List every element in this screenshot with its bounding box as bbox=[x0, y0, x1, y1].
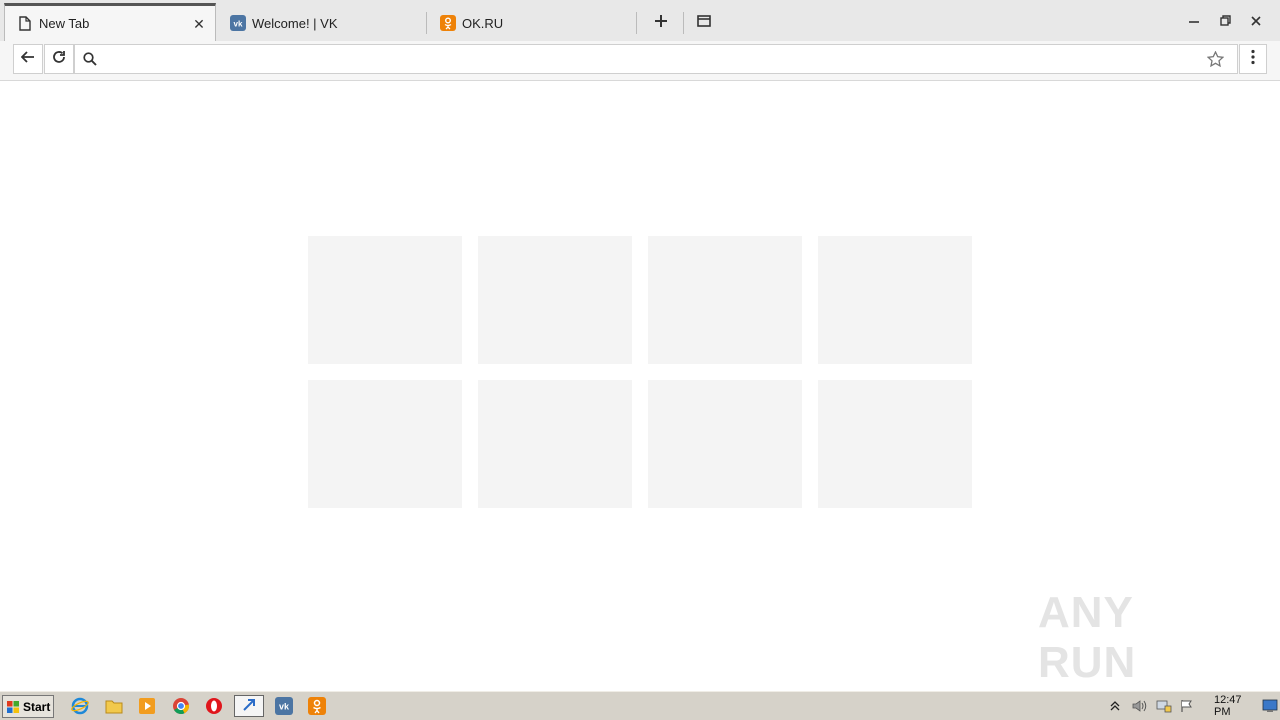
tab-title: Welcome! | VK bbox=[252, 15, 338, 31]
start-button[interactable]: Start bbox=[2, 695, 54, 718]
close-icon bbox=[1251, 13, 1261, 31]
page-icon bbox=[17, 16, 33, 32]
more-vertical-icon bbox=[1251, 49, 1255, 70]
volume-icon[interactable] bbox=[1132, 699, 1148, 713]
speed-dial-tile[interactable] bbox=[818, 380, 972, 508]
anyrun-watermark: ANY RUN bbox=[1038, 588, 1238, 687]
tab-new-tab[interactable]: New Tab ✕ bbox=[4, 3, 216, 41]
ie-icon[interactable] bbox=[71, 697, 89, 715]
address-input[interactable] bbox=[97, 46, 1207, 72]
restore-icon bbox=[1219, 13, 1231, 31]
tab-separator bbox=[683, 12, 684, 34]
speed-dial-tile[interactable] bbox=[648, 236, 802, 364]
speed-dial-tile[interactable] bbox=[308, 236, 462, 364]
app-arrow-icon bbox=[241, 698, 257, 715]
clock[interactable]: 12:47 PM bbox=[1214, 694, 1252, 718]
taskbar: Start vk 12:47 PM bbox=[0, 691, 1280, 720]
action-center-flag-icon[interactable] bbox=[1180, 699, 1194, 713]
watermark-text: ANY RUN bbox=[1038, 588, 1137, 687]
vk-icon: vk bbox=[230, 15, 246, 31]
system-tray: 12:47 PM bbox=[1104, 694, 1278, 718]
start-label: Start bbox=[23, 699, 51, 714]
speed-dial-tile[interactable] bbox=[478, 236, 632, 364]
arrow-left-icon bbox=[20, 50, 35, 68]
plus-icon bbox=[654, 14, 668, 33]
opera-icon[interactable] bbox=[205, 697, 223, 715]
speed-dial-tile[interactable] bbox=[818, 236, 972, 364]
back-button[interactable] bbox=[13, 44, 43, 74]
show-hidden-icons-icon[interactable] bbox=[1110, 700, 1120, 712]
tab-overview-button[interactable] bbox=[691, 10, 717, 36]
odnoklassniki-icon bbox=[440, 15, 456, 31]
active-app-button[interactable] bbox=[234, 695, 264, 717]
odnoklassniki-icon[interactable] bbox=[308, 697, 326, 715]
address-bar[interactable] bbox=[74, 44, 1238, 74]
windows-logo-icon bbox=[6, 700, 20, 714]
vk-icon[interactable]: vk bbox=[275, 697, 293, 715]
minimize-button[interactable] bbox=[1180, 8, 1208, 36]
tab-strip: New Tab ✕ vk Welcome! | VK OK.RU bbox=[0, 0, 1280, 44]
star-icon[interactable] bbox=[1207, 51, 1224, 67]
tab-ok[interactable]: OK.RU bbox=[428, 5, 636, 41]
network-icon[interactable] bbox=[1156, 699, 1172, 713]
media-player-icon[interactable] bbox=[138, 697, 156, 715]
close-icon[interactable]: ✕ bbox=[191, 16, 207, 32]
tabs-icon bbox=[697, 14, 711, 32]
reload-button[interactable] bbox=[44, 44, 74, 74]
menu-button[interactable] bbox=[1239, 44, 1267, 74]
minimize-icon bbox=[1189, 13, 1199, 31]
new-tab-page: ANY RUN bbox=[0, 81, 1280, 691]
search-icon bbox=[83, 52, 97, 66]
tab-title: OK.RU bbox=[462, 15, 504, 31]
reload-icon bbox=[52, 50, 66, 69]
chrome-icon[interactable] bbox=[172, 697, 190, 715]
toolbar bbox=[0, 41, 1280, 81]
speed-dial-tile[interactable] bbox=[648, 380, 802, 508]
new-tab-button[interactable] bbox=[648, 10, 674, 36]
tab-separator bbox=[426, 12, 427, 34]
tab-separator bbox=[636, 12, 637, 34]
speed-dial-tile[interactable] bbox=[478, 380, 632, 508]
speed-dial-grid bbox=[308, 236, 972, 508]
svg-text:vk: vk bbox=[234, 20, 243, 29]
tab-vk[interactable]: vk Welcome! | VK bbox=[218, 5, 426, 41]
folder-icon[interactable] bbox=[105, 697, 123, 715]
tab-title: New Tab bbox=[39, 16, 90, 31]
restore-button[interactable] bbox=[1211, 8, 1239, 36]
svg-text:vk: vk bbox=[279, 702, 290, 712]
show-desktop-icon[interactable] bbox=[1262, 699, 1278, 713]
speed-dial-tile[interactable] bbox=[308, 380, 462, 508]
close-window-button[interactable] bbox=[1242, 8, 1270, 36]
